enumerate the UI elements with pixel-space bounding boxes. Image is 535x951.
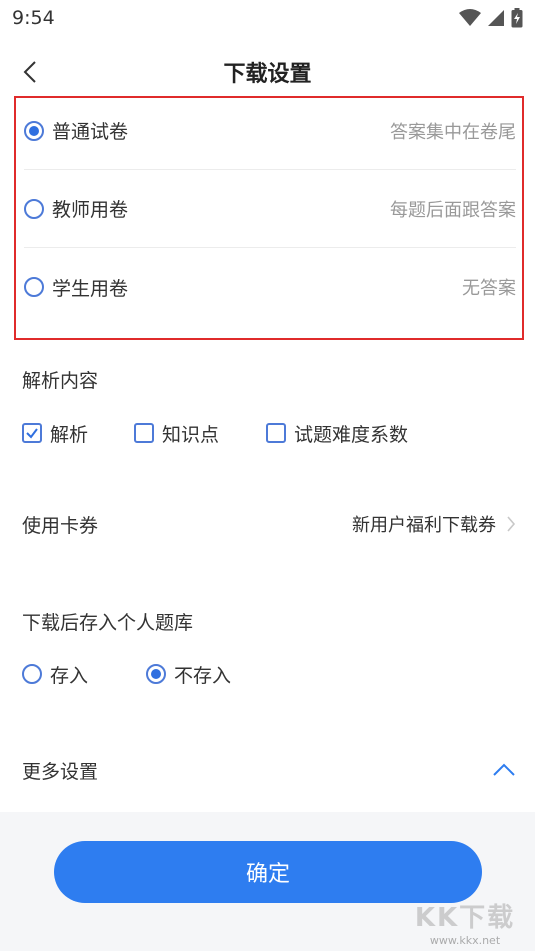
paper-option-label: 学生用卷 <box>52 277 129 300</box>
analysis-section-title: 解析内容 <box>22 370 99 392</box>
checkbox-unchecked[interactable] <box>266 423 286 443</box>
battery-charging-icon <box>511 8 523 28</box>
watermark-url: www.kkx.net <box>429 934 501 947</box>
radio-save[interactable]: 存入 <box>22 661 146 688</box>
checkbox-label: 解析 <box>50 423 89 446</box>
chevron-left-icon <box>23 61 36 83</box>
coupon-value: 新用户福利下载券 <box>352 515 496 536</box>
cellular-icon <box>488 10 504 26</box>
coupon-value-wrap: 新用户福利下载券 <box>352 511 516 537</box>
save-options: 存入 不存入 <box>22 661 231 687</box>
chevron-up-icon[interactable] <box>492 763 516 777</box>
checkbox-knowledge-point[interactable]: 知识点 <box>134 420 266 447</box>
status-time: 9:54 <box>12 7 55 29</box>
checkbox-checked[interactable] <box>22 423 42 443</box>
checkbox-difficulty[interactable]: 试题难度系数 <box>266 420 408 447</box>
radio-unchecked[interactable] <box>24 277 44 297</box>
checkbox-label: 知识点 <box>162 423 220 446</box>
checkbox-unchecked[interactable] <box>134 423 154 443</box>
more-settings-row[interactable]: 更多设置 <box>22 752 516 788</box>
paper-option-label: 教师用卷 <box>52 199 129 221</box>
radio-checked[interactable] <box>24 120 44 141</box>
radio-checked[interactable] <box>146 664 166 684</box>
header: 下载设置 <box>0 46 535 98</box>
paper-option-label: 普通试卷 <box>52 121 129 143</box>
status-icons <box>459 8 523 28</box>
radio-label: 存入 <box>50 664 89 687</box>
radio-unchecked[interactable] <box>24 198 44 219</box>
paper-option-normal[interactable]: 普通试卷 答案集中在卷尾 <box>24 92 516 170</box>
paper-option-desc: 答案集中在卷尾 <box>390 121 516 143</box>
paper-option-student[interactable]: 学生用卷 无答案 <box>24 248 516 326</box>
paper-type-options: 普通试卷 答案集中在卷尾 教师用卷 每题后面跟答案 学生用卷 无答案 <box>14 96 524 340</box>
back-button[interactable] <box>14 56 46 88</box>
wifi-icon <box>459 9 481 26</box>
check-icon <box>26 428 38 439</box>
paper-option-teacher[interactable]: 教师用卷 每题后面跟答案 <box>24 170 516 248</box>
checkbox-analysis[interactable]: 解析 <box>22 420 134 447</box>
chevron-right-icon <box>507 516 516 532</box>
radio-unchecked[interactable] <box>22 664 42 684</box>
coupon-label: 使用卡券 <box>22 514 99 537</box>
confirm-button[interactable]: 确定 <box>54 841 482 903</box>
coupon-row[interactable]: 使用卡券 新用户福利下载券 <box>22 506 516 542</box>
paper-option-desc: 每题后面跟答案 <box>390 199 516 221</box>
watermark: KK下载 www.kkx.net <box>405 897 525 947</box>
checkbox-label: 试题难度系数 <box>294 423 409 446</box>
status-bar: 9:54 <box>0 0 535 36</box>
footer: 确定 KK下载 www.kkx.net <box>0 812 535 951</box>
watermark-mark: KK下载 <box>414 903 516 933</box>
paper-option-desc: 无答案 <box>462 278 516 299</box>
radio-not-save[interactable]: 不存入 <box>146 661 231 688</box>
save-section-title: 下载后存入个人题库 <box>22 612 194 634</box>
page-title: 下载设置 <box>223 62 312 87</box>
radio-label: 不存入 <box>174 664 232 687</box>
analysis-options: 解析 知识点 试题难度系数 <box>22 420 408 446</box>
more-settings-label: 更多设置 <box>22 760 99 783</box>
